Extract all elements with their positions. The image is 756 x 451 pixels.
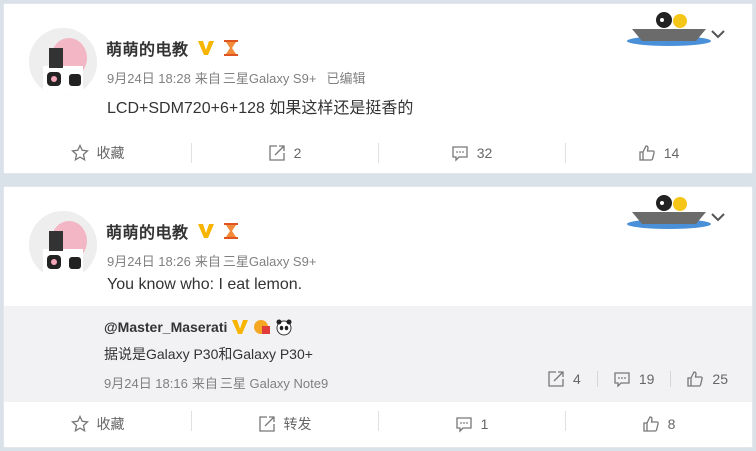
repost-label: 转发: [283, 416, 312, 432]
post-card: 萌萌的电教 9月24日 18:28 来自 三星Galaxy S9+ 已编辑 LCD+S…: [3, 3, 753, 174]
thumb-up-icon: [687, 371, 704, 387]
comment-icon: [455, 417, 472, 433]
favorite-button[interactable]: 收藏: [4, 401, 191, 447]
club-badge-icon: [253, 318, 271, 336]
favorite-label: 收藏: [96, 145, 125, 161]
repost-icon: [258, 416, 275, 432]
post-meta: 9月24日 18:28 来自 三星Galaxy S9+ 已编辑: [107, 68, 365, 87]
like-count: 14: [663, 145, 680, 161]
comment-count: 32: [476, 145, 493, 161]
like-button[interactable]: 8: [565, 401, 752, 447]
post-text: You know who: I eat lemon.: [107, 276, 303, 293]
thumb-up-icon: [639, 145, 655, 161]
reposted-content[interactable]: @Master_Maserati 据说是Galaxy P30和Galaxy P3…: [4, 306, 752, 402]
thumb-up-icon: [642, 416, 659, 432]
hourglass-icon: [223, 39, 239, 57]
star-icon: [70, 415, 89, 433]
hourglass-icon: [223, 222, 239, 240]
repost-source: 三星 Galaxy Note9: [219, 376, 329, 391]
source-prefix: 来自: [194, 71, 221, 86]
repost-repost-count: 4: [573, 371, 581, 387]
action-bar: 收藏 转发 1 8: [4, 401, 752, 447]
repost-icon: [548, 371, 564, 387]
source-prefix: 来自: [191, 376, 218, 391]
repost-icon: [268, 145, 285, 161]
post-time[interactable]: 9月24日 18:26: [107, 254, 191, 269]
chevron-down-icon[interactable]: [710, 26, 726, 42]
post-source: 三星Galaxy S9+: [222, 254, 317, 269]
repost-text: 据说是Galaxy P30和Galaxy P30+: [104, 346, 313, 362]
repost-author[interactable]: @Master_Maserati: [104, 319, 227, 335]
author-name[interactable]: 萌萌的电教: [106, 36, 189, 60]
action-bar: 收藏 2 32 14: [4, 133, 752, 173]
comment-icon: [614, 372, 630, 388]
favorite-label: 收藏: [96, 416, 125, 432]
verified-icon: [197, 222, 215, 240]
panda-icon: [275, 318, 293, 336]
like-button[interactable]: 14: [565, 133, 752, 173]
repost-time[interactable]: 9月24日 18:16: [104, 376, 188, 391]
repost-button[interactable]: 2: [191, 133, 378, 173]
verified-icon: [231, 318, 249, 336]
post-card: 萌萌的电教 9月24日 18:26 来自 三星Galaxy S9+ You know…: [3, 186, 753, 448]
comment-icon: [452, 146, 468, 162]
star-icon: [70, 144, 89, 162]
post-text: LCD+SDM720+6+128 如果这样还是挺香的: [107, 100, 414, 117]
avatar[interactable]: [29, 211, 97, 279]
comment-button[interactable]: 1: [378, 401, 565, 447]
like-count: 8: [667, 416, 676, 432]
repost-button[interactable]: 转发: [191, 401, 378, 447]
verified-icon: [197, 39, 215, 57]
repost-repost-button[interactable]: 4: [537, 370, 581, 388]
repost-like-count: 25: [712, 371, 728, 387]
repost-count: 2: [293, 145, 302, 161]
favorite-button[interactable]: 收藏: [4, 133, 191, 173]
comment-count: 1: [480, 416, 489, 432]
repost-comment-button[interactable]: 19: [596, 370, 655, 388]
repost-like-button[interactable]: 25: [670, 370, 728, 388]
chevron-down-icon[interactable]: [710, 209, 726, 225]
source-prefix: 来自: [194, 254, 221, 269]
post-time[interactable]: 9月24日 18:28: [107, 71, 191, 86]
post-source: 三星Galaxy S9+: [222, 71, 317, 86]
edited-label[interactable]: 已编辑: [326, 71, 365, 86]
repost-meta: 9月24日 18:16 来自 三星 Galaxy Note9: [104, 373, 328, 392]
repost-stats: 4 19 25: [515, 370, 728, 388]
post-meta: 9月24日 18:26 来自 三星Galaxy S9+: [107, 251, 316, 270]
comment-button[interactable]: 32: [378, 133, 565, 173]
boat-penguin-decoration: [627, 12, 711, 46]
boat-penguin-decoration: [627, 195, 711, 229]
avatar[interactable]: [29, 28, 97, 96]
author-name[interactable]: 萌萌的电教: [106, 219, 189, 243]
repost-comment-count: 19: [638, 371, 655, 387]
